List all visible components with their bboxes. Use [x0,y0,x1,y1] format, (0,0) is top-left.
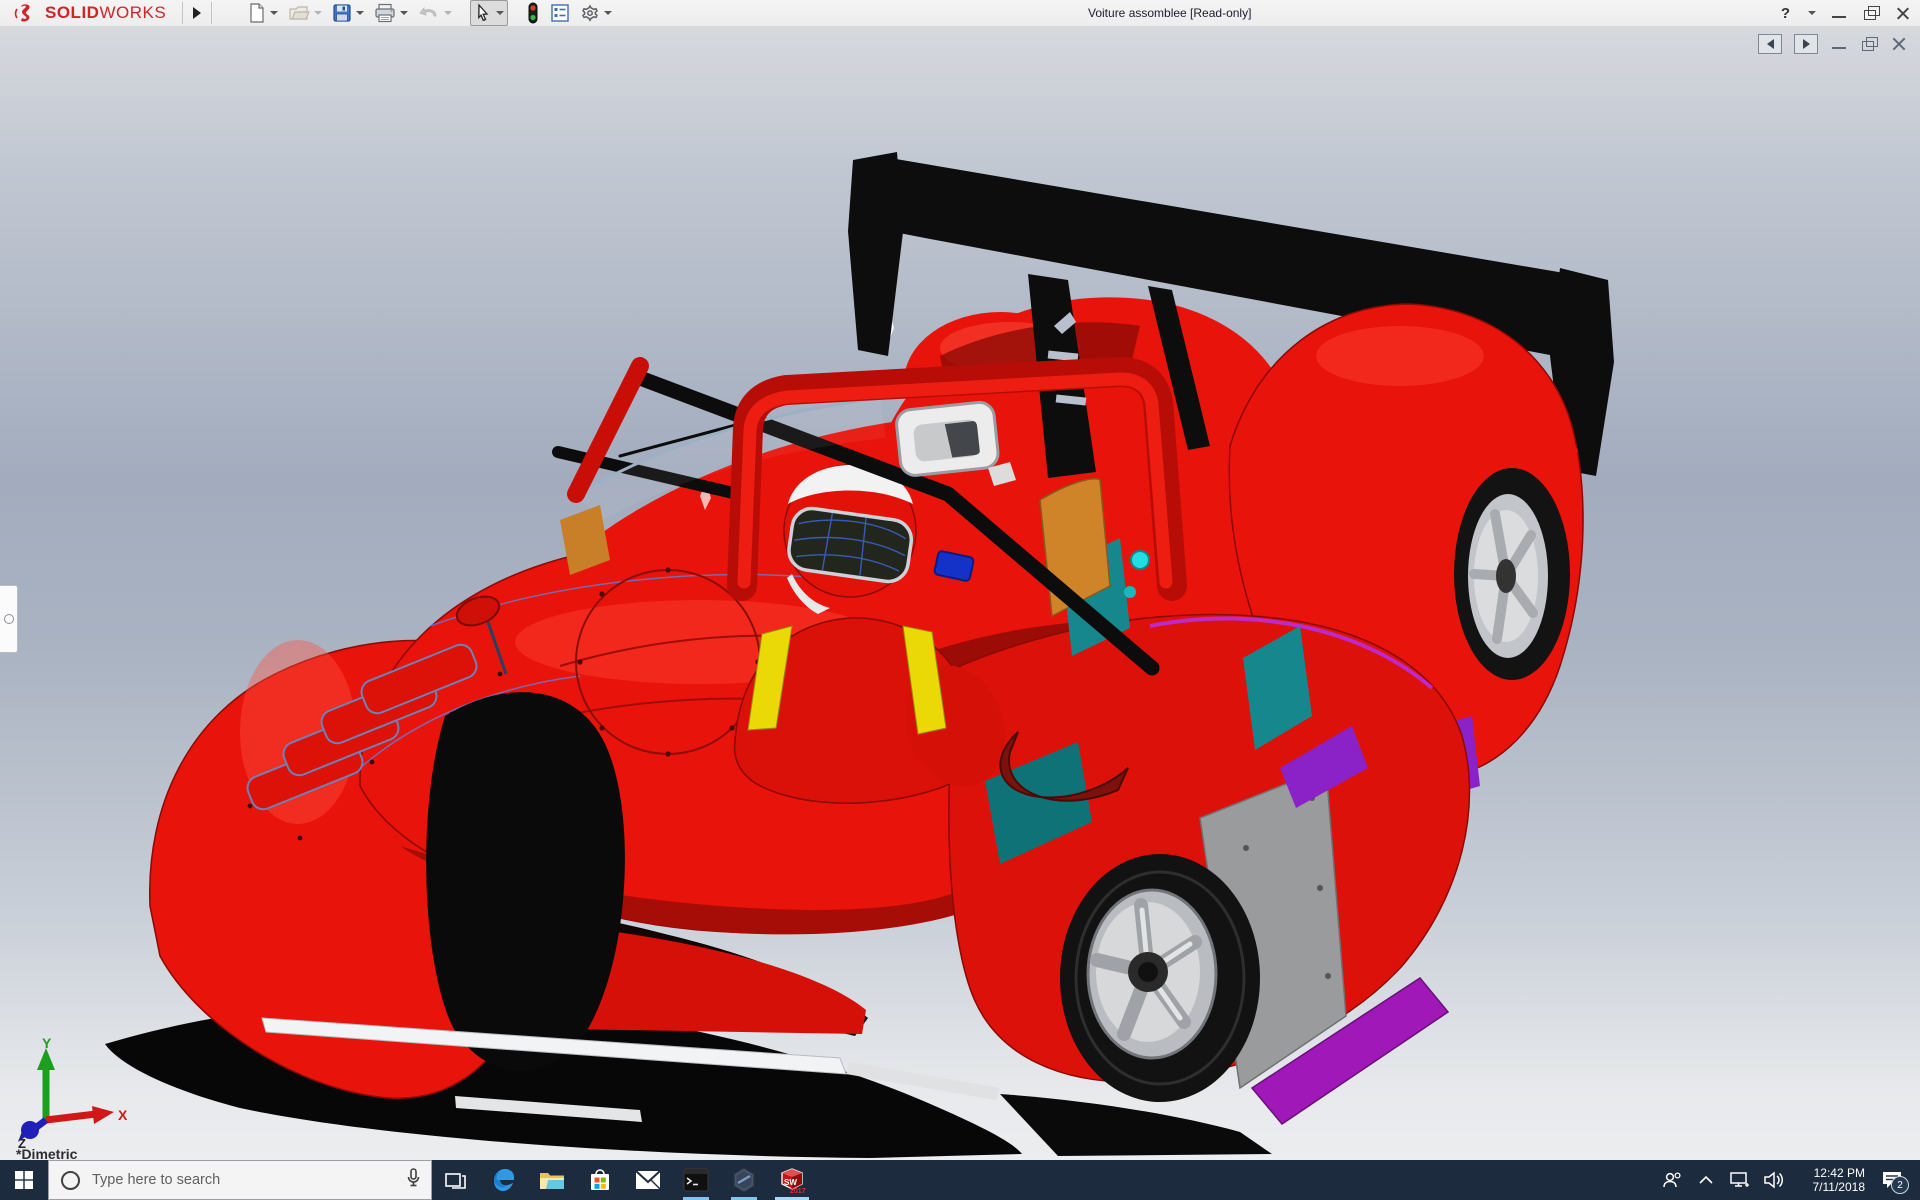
brand-text: SOLIDWORKS [45,3,166,23]
separator [182,2,183,24]
traffic-light-icon [526,2,540,24]
undo-button[interactable] [414,0,456,26]
network-icon [1729,1170,1751,1190]
people-icon [1661,1170,1683,1190]
solidworks-app-button[interactable]: SW 2017 [768,1160,816,1200]
windows-logo-icon [15,1171,33,1189]
cortana-icon [61,1171,80,1190]
solidworks-2017-icon: SW 2017 [777,1166,807,1194]
feature-panel-collapsed-tab[interactable] [0,585,18,653]
properties-list-icon [550,3,570,23]
open-document-button[interactable] [284,0,326,26]
command-prompt-icon [683,1168,709,1192]
print-button[interactable] [370,0,412,26]
titlebar-controls: ? [1781,0,1912,26]
taskbar-clock[interactable]: 12:42 PM 7/11/2018 [1791,1160,1871,1200]
notification-badge: 2 [1891,1176,1909,1194]
save-button[interactable] [328,0,368,26]
ds-logo-icon [14,3,40,23]
open-folder-icon [288,3,310,23]
system-tray: 12:42 PM 7/11/2018 2 [1655,1160,1920,1200]
view-orientation-label: *Dimetric [16,1146,77,1160]
settings-button[interactable] [576,0,616,26]
new-document-icon [248,3,266,23]
select-cursor-icon [474,3,492,23]
speaker-icon [1763,1170,1785,1190]
file-explorer-button[interactable] [528,1160,576,1200]
folder-icon [539,1169,565,1191]
volume-button[interactable] [1757,1160,1791,1200]
search-input[interactable] [90,1171,396,1189]
tray-overflow-button[interactable] [1689,1160,1723,1200]
solidworks-logo: SOLIDWORKS [0,0,176,26]
mail-icon [635,1170,661,1190]
restore-button[interactable] [1862,5,1880,21]
mail-button[interactable] [624,1160,672,1200]
task-view-button[interactable] [432,1160,480,1200]
select-tool-button[interactable] [470,0,508,26]
brand-works: WORKS [99,3,166,22]
store-icon [588,1168,612,1192]
triad-x-label: X [118,1107,128,1123]
front-right-wheel [1060,854,1260,1102]
microsoft-store-button[interactable] [576,1160,624,1200]
document-close-button[interactable] [1890,36,1908,52]
graphics-viewport[interactable]: Y X Z *Dimetric [0,26,1920,1160]
action-center-button[interactable]: 2 [1871,1160,1913,1200]
command-prompt-button[interactable] [672,1160,720,1200]
document-restore-button[interactable] [1860,36,1878,52]
people-button[interactable] [1655,1160,1689,1200]
task-view-icon [445,1170,467,1190]
panel-expand-icon [4,614,14,624]
reference-triad: Y X Z [10,1038,130,1148]
options-form-button[interactable] [546,0,574,26]
quick-access-toolbar [244,0,616,26]
undo-arrow-icon [418,3,440,23]
clock-time: 12:42 PM [1814,1166,1865,1180]
edge-browser-button[interactable] [480,1160,528,1200]
rebuild-button[interactable] [522,0,544,26]
titlebar: SOLIDWORKS [0,0,1920,27]
window-title: Voiture assomblee [Read-only] [1088,6,1251,20]
triad-y-label: Y [42,1038,52,1051]
previous-window-button[interactable] [1758,34,1782,54]
model-voiture-assemblee[interactable] [0,26,1920,1160]
new-document-button[interactable] [244,0,282,26]
menu-flyout-arrow[interactable] [189,3,205,23]
sw-year-label: 2017 [790,1188,806,1194]
next-window-button[interactable] [1794,34,1818,54]
edge-icon [491,1167,517,1193]
print-icon [374,3,396,23]
hexagon-app-icon [731,1167,757,1193]
close-button[interactable] [1894,5,1912,21]
document-window-controls [1758,34,1908,54]
save-floppy-icon [332,3,352,23]
taskbar-search[interactable] [48,1160,432,1200]
document-minimize-button[interactable] [1830,36,1848,52]
hexagon-app-button[interactable] [720,1160,768,1200]
help-dropdown-arrow[interactable] [1808,11,1816,15]
brand-solid: SOLID [45,3,99,22]
solidworks-window: SOLIDWORKS [0,0,1920,1200]
microphone-icon[interactable] [406,1168,421,1193]
clock-date: 7/11/2018 [1813,1180,1866,1194]
sw-label: SW [784,1178,797,1187]
chevron-up-icon [1699,1175,1713,1185]
start-button[interactable] [0,1160,48,1200]
gear-icon [580,3,600,23]
windows-taskbar: SW 2017 [0,1160,1920,1200]
network-button[interactable] [1723,1160,1757,1200]
minimize-button[interactable] [1830,5,1848,21]
separator [211,2,212,24]
help-button[interactable]: ? [1781,5,1790,22]
